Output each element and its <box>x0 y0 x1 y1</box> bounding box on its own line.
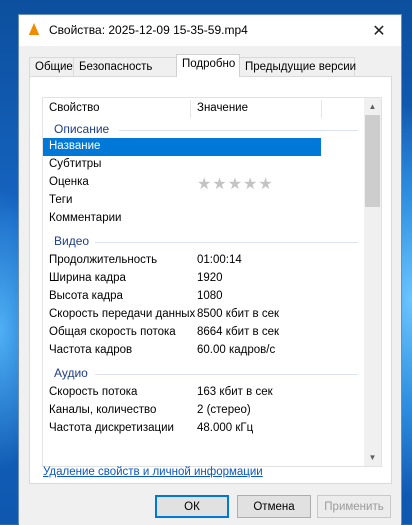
ok-button[interactable]: ОК <box>155 495 229 518</box>
rating-stars[interactable]: ★★★★★ <box>197 174 274 194</box>
property-name: Скорость потока <box>49 386 138 398</box>
group-divider <box>119 130 358 131</box>
property-value: 48.000 кГц <box>197 422 254 434</box>
property-name: Высота кадра <box>49 290 123 302</box>
property-row-tags[interactable]: Теги <box>43 192 366 210</box>
group-label: Видео <box>54 234 90 248</box>
property-value: 1920 <box>197 272 223 284</box>
tab-details[interactable]: Подробно <box>176 54 240 77</box>
property-row-data-rate[interactable]: Скорость передачи данных 8500 кбит в сек <box>43 306 366 324</box>
group-description: Описание <box>43 120 366 138</box>
property-row-title[interactable]: Название <box>43 138 321 156</box>
group-label: Описание <box>54 122 110 136</box>
property-row-comments[interactable]: Комментарии <box>43 210 366 228</box>
properties-list[interactable]: Свойство Значение Описание Название Субт… <box>42 97 382 467</box>
dialog-body: Общие Безопасность Подробно Предыдущие в… <box>19 46 401 525</box>
window-title: Свойства: 2025-12-09 15-35-59.mp4 <box>49 23 248 37</box>
property-name: Теги <box>49 194 73 206</box>
column-value[interactable]: Значение <box>197 102 248 114</box>
group-divider <box>95 242 358 243</box>
apply-button[interactable]: Применить <box>317 495 391 518</box>
column-property[interactable]: Свойство <box>49 102 100 114</box>
property-name: Субтитры <box>49 158 102 170</box>
details-tab-page: Свойство Значение Описание Название Субт… <box>29 76 392 484</box>
property-row-sample-rate[interactable]: Частота дискретизации 48.000 кГц <box>43 420 366 438</box>
property-value: 01:00:14 <box>197 254 242 266</box>
title-bar: Свойства: 2025-12-09 15-35-59.mp4 ✕ <box>19 15 401 46</box>
tab-security[interactable]: Безопасность <box>73 57 177 76</box>
chevron-down-icon[interactable]: ▼ <box>364 449 381 466</box>
property-name: Название <box>49 140 101 152</box>
property-name: Скорость передачи данных <box>49 308 196 320</box>
property-row-frame-width[interactable]: Ширина кадра 1920 <box>43 270 366 288</box>
remove-properties-link[interactable]: Удаление свойств и личной информации <box>43 466 263 478</box>
tab-general[interactable]: Общие <box>29 57 74 76</box>
close-icon: ✕ <box>372 22 386 40</box>
property-name: Оценка <box>49 176 89 188</box>
property-value: 60.00 кадров/с <box>197 344 276 356</box>
property-row-duration[interactable]: Продолжительность 01:00:14 <box>43 252 366 270</box>
column-divider[interactable] <box>321 100 322 118</box>
vlc-cone-icon <box>27 23 41 39</box>
property-row-total-bitrate[interactable]: Общая скорость потока 8664 кбит в сек <box>43 324 366 342</box>
close-button[interactable]: ✕ <box>357 15 401 46</box>
scrollbar-thumb[interactable] <box>365 115 380 207</box>
tab-previous-versions[interactable]: Предыдущие версии <box>239 57 356 76</box>
property-value: 1080 <box>197 290 223 302</box>
property-value: 163 кбит в сек <box>197 386 273 398</box>
property-value: 8664 кбит в сек <box>197 326 280 338</box>
property-value: 2 (стерео) <box>197 404 251 416</box>
column-divider[interactable] <box>190 100 191 118</box>
property-name: Частота кадров <box>49 344 133 356</box>
cancel-button[interactable]: Отмена <box>237 495 311 518</box>
property-name: Ширина кадра <box>49 272 126 284</box>
property-row-channels[interactable]: Каналы, количество 2 (стерео) <box>43 402 366 420</box>
chevron-up-icon[interactable]: ▲ <box>364 98 381 115</box>
property-row-bitrate[interactable]: Скорость потока 163 кбит в сек <box>43 384 366 402</box>
property-value: 8500 кбит в сек <box>197 308 280 320</box>
property-name: Продолжительность <box>49 254 158 266</box>
property-name: Общая скорость потока <box>49 326 176 338</box>
group-label: Аудио <box>54 366 88 380</box>
vertical-scrollbar[interactable]: ▲ ▼ <box>364 98 381 466</box>
property-name: Частота дискретизации <box>49 422 174 434</box>
group-video: Видео <box>43 232 366 250</box>
group-divider <box>95 374 358 375</box>
property-name: Комментарии <box>49 212 122 224</box>
group-audio: Аудио <box>43 364 366 382</box>
property-row-rating[interactable]: Оценка ★★★★★ <box>43 174 366 194</box>
property-row-frame-rate[interactable]: Частота кадров 60.00 кадров/с <box>43 342 366 360</box>
property-row-frame-height[interactable]: Высота кадра 1080 <box>43 288 366 306</box>
property-row-subtitles[interactable]: Субтитры <box>43 156 366 174</box>
column-header: Свойство Значение <box>43 98 343 120</box>
properties-dialog: Свойства: 2025-12-09 15-35-59.mp4 ✕ Общи… <box>18 14 402 525</box>
property-name: Каналы, количество <box>49 404 157 416</box>
